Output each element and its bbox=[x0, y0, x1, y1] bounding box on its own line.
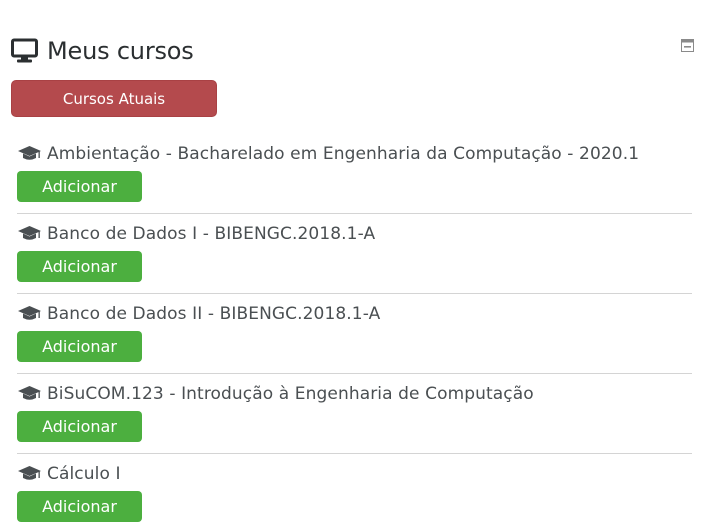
graduation-cap-icon bbox=[18, 386, 41, 400]
list-item: BiSuCOM.123 - Introdução à Engenharia de… bbox=[17, 374, 692, 454]
add-button[interactable]: Adicionar bbox=[17, 331, 142, 362]
add-button[interactable]: Adicionar bbox=[17, 171, 142, 202]
graduation-cap-icon bbox=[18, 306, 41, 320]
monitor-icon bbox=[11, 38, 38, 63]
add-button[interactable]: Adicionar bbox=[17, 411, 142, 442]
list-item: Banco de Dados II - BIBENGC.2018.1-A Adi… bbox=[17, 294, 692, 374]
list-item: Cálculo I Adicionar bbox=[17, 454, 692, 529]
graduation-cap-icon bbox=[18, 146, 41, 160]
course-title-row: Ambientação - Bacharelado em Engenharia … bbox=[17, 142, 639, 166]
list-item: Ambientação - Bacharelado em Engenharia … bbox=[17, 134, 692, 214]
graduation-cap-icon bbox=[18, 466, 41, 480]
collapse-icon[interactable] bbox=[681, 39, 694, 52]
course-title-row: Cálculo I bbox=[17, 462, 121, 486]
course-title-row: Banco de Dados II - BIBENGC.2018.1-A bbox=[17, 302, 380, 326]
add-button[interactable]: Adicionar bbox=[17, 491, 142, 522]
tab-cursos-atuais[interactable]: Cursos Atuais bbox=[11, 80, 217, 117]
course-list: Ambientação - Bacharelado em Engenharia … bbox=[17, 134, 692, 529]
course-title-row: Banco de Dados I - BIBENGC.2018.1-A bbox=[17, 222, 375, 246]
course-name[interactable]: Cálculo I bbox=[47, 464, 121, 484]
graduation-cap-icon bbox=[18, 226, 41, 240]
my-courses-block: Meus cursos Cursos Atuais Ambientação - … bbox=[0, 0, 701, 529]
course-name[interactable]: Ambientação - Bacharelado em Engenharia … bbox=[47, 144, 639, 164]
course-name[interactable]: Banco de Dados II - BIBENGC.2018.1-A bbox=[47, 304, 380, 324]
course-name[interactable]: Banco de Dados I - BIBENGC.2018.1-A bbox=[47, 224, 375, 244]
course-name[interactable]: BiSuCOM.123 - Introdução à Engenharia de… bbox=[47, 384, 534, 404]
block-header: Meus cursos bbox=[11, 33, 194, 69]
list-item: Banco de Dados I - BIBENGC.2018.1-A Adic… bbox=[17, 214, 692, 294]
course-title-row: BiSuCOM.123 - Introdução à Engenharia de… bbox=[17, 382, 534, 406]
block-title: Meus cursos bbox=[47, 37, 194, 65]
add-button[interactable]: Adicionar bbox=[17, 251, 142, 282]
